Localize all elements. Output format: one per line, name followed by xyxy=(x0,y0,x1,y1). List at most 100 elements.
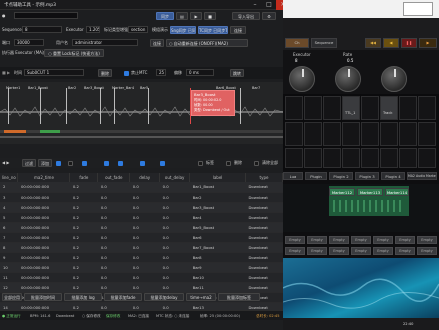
table-cell[interactable]: 00:00:000:000 xyxy=(17,182,70,193)
empty-slot-button[interactable]: Empty xyxy=(395,247,415,255)
filter-button[interactable]: 过滤 xyxy=(22,159,36,167)
play-small-icon[interactable]: ■ ▶ xyxy=(2,70,10,75)
table-cell[interactable]: 0.0 xyxy=(129,262,160,273)
add-button[interactable]: 添加 xyxy=(38,159,52,167)
table-cell[interactable]: 0.0 xyxy=(129,252,160,263)
filter-checkbox[interactable] xyxy=(56,161,61,166)
table-cell[interactable]: 0.2 xyxy=(69,262,98,273)
bulk-action-button[interactable]: 批量添加fade xyxy=(104,293,142,301)
plugin-button[interactable]: Plugin xyxy=(305,172,327,180)
fixture-cell[interactable] xyxy=(323,96,341,120)
empty-slot-button[interactable]: Empty xyxy=(417,247,437,255)
table-row[interactable]: 10 00:00:000:000 0.2 0.0 0.0 0.0 Bar9 Downbeat xyxy=(0,262,283,273)
fixture-cell[interactable] xyxy=(285,96,303,120)
table-cell[interactable]: Bar1_Boost xyxy=(189,182,246,193)
table-row[interactable]: 6 00:00:000:000 0.2 0.0 0.0 0.0 Bar5_Boost Down… xyxy=(0,222,283,233)
marker-line[interactable] xyxy=(148,88,149,124)
bulk-action-button[interactable]: time→ma2 xyxy=(186,293,216,301)
play-icon[interactable]: ▶ xyxy=(190,12,202,20)
table-cell[interactable]: 0.0 xyxy=(159,202,190,213)
bulk-action-button[interactable]: 批量添加delay xyxy=(144,293,184,301)
encoder-knob[interactable] xyxy=(335,66,361,92)
empty-slot-button[interactable]: Empty xyxy=(417,236,437,244)
table-row[interactable]: 2 00:00:000:000 0.2 0.0 0.0 0.0 Bar1_Boost Down… xyxy=(0,182,283,193)
bulk-action-button[interactable]: 批量添加标签 xyxy=(218,293,260,301)
table-row[interactable]: 4 00:00:000:000 0.2 0.0 0.0 0.0 Bar3_Boost Down… xyxy=(0,202,283,213)
table-cell[interactable]: 0.0 xyxy=(97,222,130,233)
table-cell[interactable]: Downbeat xyxy=(245,242,283,253)
table-row[interactable]: 9 00:00:000:000 0.2 0.0 0.0 0.0 Bar8 Downbeat xyxy=(0,252,283,263)
table-cell[interactable]: 0.0 xyxy=(159,282,190,293)
filter-checkbox[interactable] xyxy=(68,161,73,166)
table-cell[interactable]: 0.0 xyxy=(97,182,130,193)
fixture-cell[interactable] xyxy=(399,122,417,146)
fixture-cell[interactable]: Track xyxy=(380,96,398,120)
filter-checkbox[interactable] xyxy=(160,161,165,166)
table-cell[interactable]: 00:00:000:000 xyxy=(17,222,70,233)
fixture-cell[interactable] xyxy=(304,122,322,146)
table-cell[interactable]: 0.0 xyxy=(159,212,190,223)
encoder-knob[interactable] xyxy=(381,66,407,92)
port-input[interactable]: 30000 xyxy=(14,39,44,46)
table-row[interactable]: 7 00:00:000:000 0.2 0.0 0.0 0.0 Bar6 Downbeat xyxy=(0,232,283,243)
table-cell[interactable]: 0.0 xyxy=(129,222,160,233)
browser-tab[interactable] xyxy=(403,2,433,16)
fixture-cell[interactable] xyxy=(361,96,379,120)
settings-button[interactable]: ⚙ xyxy=(262,12,276,20)
column-header[interactable]: ma2_time xyxy=(17,173,71,182)
table-cell[interactable]: 0.2 xyxy=(69,212,98,223)
table-cell[interactable]: 00:00:000:000 xyxy=(17,252,70,263)
table-cell[interactable]: 0.2 xyxy=(69,232,98,243)
table-cell[interactable]: 0.0 xyxy=(159,272,190,283)
table-cell[interactable]: Bar9 xyxy=(189,262,246,273)
top-tab-sequence[interactable]: Sequence xyxy=(311,38,337,48)
marker-line[interactable] xyxy=(66,88,67,124)
marker-line[interactable] xyxy=(114,88,115,124)
empty-slot-button[interactable]: Empty xyxy=(351,236,371,244)
sng-sync-button[interactable]: Sng同步 已同步 xyxy=(170,26,196,34)
fixture-cell[interactable] xyxy=(418,122,436,146)
filter-checkbox[interactable] xyxy=(104,161,109,166)
column-header[interactable]: out_delay xyxy=(159,173,191,182)
file-path-field[interactable] xyxy=(14,12,78,19)
plugin-button[interactable]: Plugin 2 xyxy=(329,172,353,180)
table-cell[interactable]: 0.2 xyxy=(69,252,98,263)
table-cell[interactable]: 0.0 xyxy=(129,202,160,213)
table-cell[interactable]: 5 xyxy=(0,212,18,223)
table-row[interactable]: 5 00:00:000:000 0.2 0.0 0.0 0.0 Bar4 Downbeat xyxy=(0,212,283,223)
table-cell[interactable]: 0.0 xyxy=(159,192,190,203)
fixture-cell[interactable] xyxy=(323,122,341,146)
encoder-knob[interactable] xyxy=(289,66,315,92)
table-cell[interactable]: 0.0 xyxy=(159,252,190,263)
back-icon[interactable]: ◀ xyxy=(383,38,399,48)
table-cell[interactable]: Bar5_Boost xyxy=(189,222,246,233)
table-cell[interactable]: Downbeat xyxy=(245,222,283,233)
fixture-cell[interactable] xyxy=(380,122,398,146)
fixture-cell[interactable] xyxy=(361,122,379,146)
sequence-input[interactable]: 8 xyxy=(22,26,62,33)
executor-input[interactable]: 1.205 xyxy=(86,26,100,33)
auto-reconnect-toggle[interactable]: ○ 自动重新连接 (ONOFF)(MA2) xyxy=(166,39,248,47)
marker-line[interactable] xyxy=(240,88,241,124)
table-cell[interactable]: 2 xyxy=(0,182,18,193)
pause-icon[interactable]: ❚❚ xyxy=(401,38,417,48)
table-cell[interactable]: Downbeat xyxy=(245,282,283,293)
table-cell[interactable]: 0.0 xyxy=(129,182,160,193)
table-cell[interactable]: 0.0 xyxy=(159,222,190,233)
scrollbar[interactable] xyxy=(0,136,283,138)
minimize-button[interactable]: – xyxy=(248,0,262,10)
reset-lock-button[interactable]: ○ 重置 Lock标记 (快速方法) xyxy=(44,49,104,57)
table-cell[interactable]: 00:00:000:000 xyxy=(17,282,70,293)
table-cell[interactable]: 0.0 xyxy=(97,212,130,223)
table-cell[interactable]: 0.2 xyxy=(69,222,98,233)
fixture-cell[interactable] xyxy=(304,148,322,168)
filter-checkbox[interactable] xyxy=(82,161,87,166)
table-cell[interactable]: 0.2 xyxy=(69,272,98,283)
table-cell[interactable]: Bar3_Boost xyxy=(189,202,246,213)
empty-slot-button[interactable]: Empty xyxy=(307,236,327,244)
jump-button[interactable]: 跳转 xyxy=(230,69,244,77)
track-select[interactable]: Sub0CUT 1 xyxy=(24,69,84,76)
executor-marker[interactable]: Marker114 xyxy=(385,188,409,196)
table-cell[interactable]: 0.0 xyxy=(129,192,160,203)
table-cell[interactable]: 0.0 xyxy=(97,242,130,253)
